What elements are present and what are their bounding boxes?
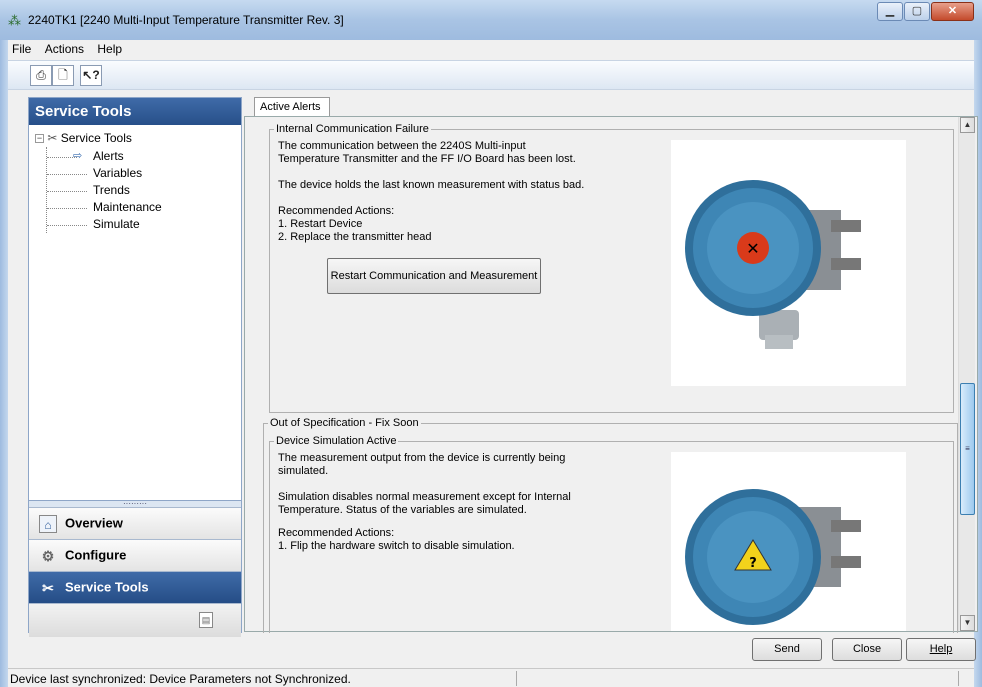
alert-status-text: Simulation disables normal measurement e… (278, 491, 571, 516)
tree-item-label: Variables (93, 166, 143, 180)
window-frame-left (0, 40, 8, 687)
menu-file[interactable]: File (8, 40, 37, 56)
status-bar: Device last synchronized: Device Paramet… (8, 668, 974, 687)
home-icon: ⌂ (39, 515, 57, 533)
help-button-label: Help (929, 643, 953, 655)
transmitter-image-warning: ? (671, 452, 906, 631)
recommended-actions-heading: Recommended Actions: (278, 527, 395, 539)
restart-communication-button[interactable]: Restart Communication and Measurement (327, 258, 541, 294)
tree-root-label: Service Tools (60, 131, 132, 145)
gear-icon: ⚙ (41, 548, 55, 564)
nav-label: Service Tools (65, 579, 149, 595)
service-tools-tree: − ✂ Service Tools ⇨ Alerts Variables Tre… (29, 125, 241, 500)
nav-label: Configure (65, 547, 127, 563)
tree-root-service-tools[interactable]: − ✂ Service Tools (35, 131, 241, 149)
scroll-thumb[interactable]: ≡ (960, 383, 975, 515)
close-button[interactable]: Close (832, 638, 902, 661)
scroll-up-button[interactable]: ▲ (960, 117, 975, 133)
tab-active-alerts[interactable]: Active Alerts (254, 97, 330, 117)
menu-bar: File Actions Help (8, 40, 974, 59)
menu-actions[interactable]: Actions (41, 40, 90, 56)
tree-item-trends[interactable]: Trends (35, 183, 241, 200)
recommended-action: 2. Replace the transmitter head (278, 231, 432, 243)
status-separator (958, 671, 959, 686)
alert-description: The communication between the 2240S Mult… (278, 140, 576, 165)
toolbar: ⎙ 🗋 ↖? (8, 60, 974, 90)
tree-item-label: Simulate (93, 217, 140, 231)
print-icon[interactable]: ⎙ (30, 65, 52, 86)
send-button[interactable]: Send (752, 638, 822, 661)
active-alerts-panel: Internal Communication Failure The commu… (244, 116, 978, 633)
arrow-right-icon: ⇨ (73, 150, 83, 162)
sidebar-footer: ▤ (29, 603, 241, 637)
tree-item-simulate[interactable]: Simulate (35, 217, 241, 234)
recommended-action: 1. Restart Device (278, 218, 363, 230)
transmitter-image-error: ✕ (671, 140, 906, 386)
tools-icon: ✂ (47, 131, 58, 145)
maximize-button[interactable]: ▢ (904, 2, 930, 21)
menu-help[interactable]: Help (93, 40, 128, 56)
nav-configure-button[interactable]: ⚙ Configure (29, 539, 241, 571)
recommended-actions-heading: Recommended Actions: (278, 205, 395, 217)
sync-status-text: Device last synchronized: Device Paramet… (10, 672, 351, 686)
sidebar: Service Tools − ✂ Service Tools ⇨ Alerts… (28, 97, 242, 637)
sidebar-header: Service Tools (29, 98, 241, 125)
recommended-action: 1. Flip the hardware switch to disable s… (278, 540, 515, 552)
print-preview-icon[interactable]: 🗋 (52, 65, 74, 86)
alert-category: Out of Specification - Fix Soon (270, 417, 419, 429)
title-bar[interactable]: ⁂ 2240TK1 [2240 Multi-Input Temperature … (0, 0, 982, 40)
window-title: 2240TK1 [2240 Multi-Input Temperature Tr… (28, 13, 344, 27)
svg-text:✕: ✕ (746, 239, 759, 258)
svg-text:?: ? (749, 556, 757, 571)
tree-item-label: Trends (93, 183, 130, 197)
nav-overview-button[interactable]: ⌂ Overview (29, 507, 241, 539)
tree-item-variables[interactable]: Variables (35, 166, 241, 183)
close-window-button[interactable]: ✕ (931, 2, 974, 21)
network-nodes-icon: ⁂ (8, 13, 21, 28)
alert-title: Internal Communication Failure (276, 123, 429, 135)
paste-icon[interactable]: ▤ (199, 612, 213, 628)
tree-item-maintenance[interactable]: Maintenance (35, 200, 241, 217)
tree-item-alerts[interactable]: ⇨ Alerts (35, 149, 241, 166)
nav-label: Overview (65, 515, 123, 531)
tree-item-label: Maintenance (93, 200, 162, 214)
tools-icon: ✂ (42, 580, 54, 596)
alert-status-text: The device holds the last known measurem… (278, 179, 585, 191)
alert-description: The measurement output from the device i… (278, 452, 566, 477)
scroll-down-button[interactable]: ▼ (960, 615, 975, 631)
whats-this-help-icon[interactable]: ↖? (80, 65, 102, 86)
collapse-icon[interactable]: − (35, 134, 44, 144)
application-window: ⁂ 2240TK1 [2240 Multi-Input Temperature … (0, 0, 982, 687)
alert-title: Device Simulation Active (276, 435, 397, 447)
tree-item-label: Alerts (93, 149, 124, 163)
nav-service-tools-button[interactable]: ✂ Service Tools (29, 571, 241, 603)
status-separator (516, 671, 517, 686)
sidebar-splitter[interactable]: ········· (29, 500, 241, 508)
minimize-button[interactable]: ▁ (877, 2, 903, 21)
help-button[interactable]: Help (906, 638, 976, 661)
vertical-scrollbar[interactable]: ▲ ≡ ▼ (958, 117, 975, 631)
